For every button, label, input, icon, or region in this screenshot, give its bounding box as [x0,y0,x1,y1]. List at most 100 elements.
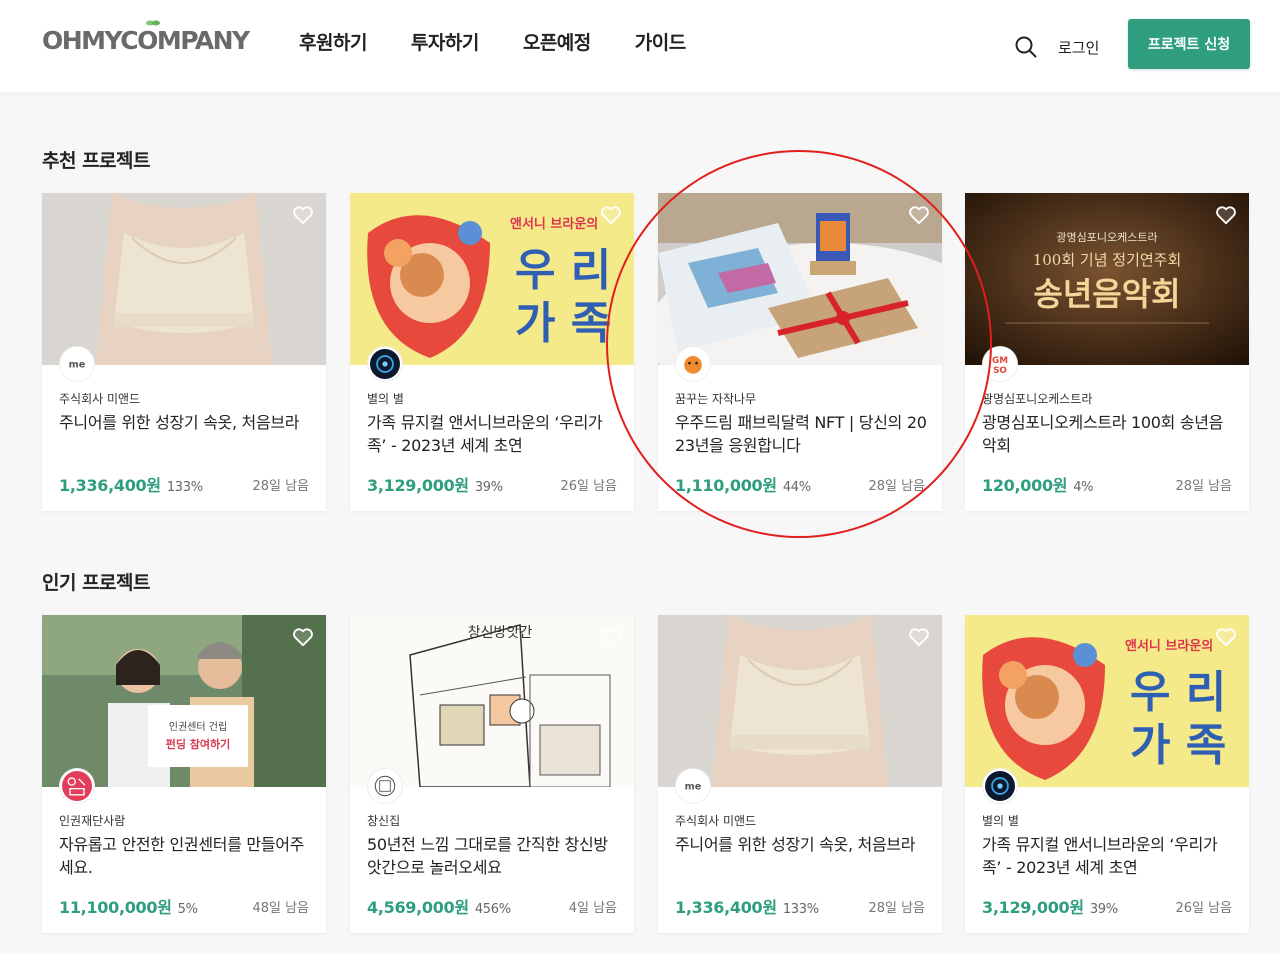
funded-percent: 39% [1089,902,1118,917]
project-thumbnail[interactable] [658,615,942,787]
svg-text:펀딩 참여하기: 펀딩 참여하기 [166,737,231,751]
funded-amount: 3,129,000원 39% [982,898,1118,917]
maker-avatar [368,347,402,381]
project-card[interactable]: 꿈꾸는 자작나무 우주드림 패브릭달력 NFT | 당신의 2023년을 응원합… [658,193,942,511]
project-thumbnail[interactable]: 앤서니 브라운의우 리가 족 [965,615,1249,787]
main-nav: 후원하기 투자하기 오픈예정 가이드 [299,28,730,55]
svg-text:송년음악회: 송년음악회 [1033,275,1180,313]
svg-text:me: me [685,782,702,793]
heart-icon[interactable] [1215,205,1237,225]
project-card[interactable]: 앤서니 브라운의우 리가 족 별의 별 가족 뮤지컬 앤서니브라운의 ‘우리가족… [965,615,1249,933]
apply-project-button[interactable]: 프로젝트 신청 [1128,19,1250,69]
login-link[interactable]: 로그인 [1058,37,1099,58]
project-title[interactable]: 자유롭고 안전한 인권센터를 만들어주세요. [59,833,313,879]
maker-name: 창신집 [367,814,401,828]
funded-percent: 133% [782,902,819,917]
ohmycompany-logo[interactable]: OHMYCOMPANY [42,20,250,55]
heart-icon[interactable] [600,205,622,225]
svg-text:가 족: 가 족 [1130,720,1226,771]
maker-avatar: me [676,769,710,803]
funded-percent: 5% [177,902,198,917]
svg-text:앤서니 브라운의: 앤서니 브라운의 [510,216,598,232]
svg-text:SO: SO [993,366,1007,376]
project-card[interactable]: 앤서니 브라운의우 리가 족 별의 별 가족 뮤지컬 앤서니브라운의 ‘우리가족… [350,193,634,511]
maker-name: 별의 별 [367,392,404,406]
funded-amount: 1,110,000원 44% [675,476,811,495]
svg-text:100회 기념 정기연주회: 100회 기념 정기연주회 [1033,251,1182,269]
days-remaining: 28일 남음 [868,479,925,494]
project-card[interactable]: 광명심포니오케스트라 100회 기념 정기연주회송년음악회 GM SO 광명심포니오… [965,193,1249,511]
project-thumbnail[interactable]: 인권센터 건립펀딩 참여하기 [42,615,326,787]
maker-name: 주식회사 미앤드 [59,392,141,406]
leaf-icon [146,20,160,26]
funded-amount: 120,000원 4% [982,476,1094,495]
recommended-section-title: 추천 프로젝트 [42,150,151,172]
project-thumbnail[interactable]: 광명심포니오케스트라 100회 기념 정기연주회송년음악회 [965,193,1249,365]
maker-avatar [983,769,1017,803]
days-remaining: 28일 남음 [1175,479,1232,494]
maker-name: 꿈꾸는 자작나무 [675,392,757,406]
site-header: OHMYCOMPANY 후원하기 투자하기 오픈예정 가이드 로그인 프로젝트 … [0,0,1280,92]
svg-text:가 족: 가 족 [515,298,611,349]
svg-text:우 리: 우 리 [515,245,611,296]
project-title[interactable]: 가족 뮤지컬 앤서니브라운의 ‘우리가족’ - 2023년 세계 초연 [982,833,1236,879]
days-remaining: 4일 남음 [568,901,617,916]
nav-invest[interactable]: 투자하기 [411,28,479,55]
project-title[interactable]: 우주드림 패브릭달력 NFT | 당신의 2023년을 응원합니다 [675,411,929,457]
popular-section-title: 인기 프로젝트 [42,572,151,594]
project-thumbnail[interactable] [658,193,942,365]
days-remaining: 26일 남음 [560,479,617,494]
svg-text:앤서니 브라운의: 앤서니 브라운의 [1125,638,1213,654]
nav-guide[interactable]: 가이드 [635,28,686,55]
svg-text:me: me [69,360,86,371]
days-remaining: 48일 남음 [252,901,309,916]
project-thumbnail[interactable] [42,193,326,365]
project-title[interactable]: 주니어를 위한 성장기 속옷, 처음브라 [59,411,313,434]
project-card[interactable]: me 주식회사 미앤드 주니어를 위한 성장기 속옷, 처음브라 1,336,4… [42,193,326,511]
svg-text:창신방앗간: 창신방앗간 [468,625,533,641]
maker-name: 별의 별 [982,814,1019,828]
funded-percent: 4% [1073,480,1094,495]
project-title[interactable]: 가족 뮤지컬 앤서니브라운의 ‘우리가족’ - 2023년 세계 초연 [367,411,621,457]
svg-text:광명심포니오케스트라: 광명심포니오케스트라 [1056,231,1157,244]
maker-avatar [368,769,402,803]
maker-avatar [60,769,94,803]
maker-name: 광명심포니오케스트라 [982,392,1093,406]
svg-text:우 리: 우 리 [1130,667,1226,718]
heart-icon[interactable] [908,205,930,225]
project-card[interactable]: 창신방앗간 창신집 50년전 느낌 그대로를 간직한 창신방앗간으로 놀러오세요… [350,615,634,933]
project-thumbnail[interactable]: 앤서니 브라운의우 리가 족 [350,193,634,365]
funded-amount: 3,129,000원 39% [367,476,503,495]
maker-name: 인권재단사람 [59,814,126,828]
svg-text:인권센터 건립: 인권센터 건립 [169,720,227,733]
funded-percent: 133% [166,480,203,495]
heart-icon[interactable] [1215,627,1237,647]
project-card[interactable]: me 주식회사 미앤드 주니어를 위한 성장기 속옷, 처음브라 1,336,4… [658,615,942,933]
maker-avatar [676,347,710,381]
project-title[interactable]: 광명심포니오케스트라 100회 송년음악회 [982,411,1236,457]
project-card[interactable]: 인권센터 건립펀딩 참여하기 인권재단사람 자유롭고 안전한 인권센터를 만들어… [42,615,326,933]
search-icon[interactable] [1014,35,1038,59]
heart-icon[interactable] [600,627,622,647]
funded-amount: 1,336,400원 133% [675,898,819,917]
project-title[interactable]: 50년전 느낌 그대로를 간직한 창신방앗간으로 놀러오세요 [367,833,621,879]
maker-name: 주식회사 미앤드 [675,814,757,828]
svg-text:GM: GM [992,356,1008,366]
days-remaining: 26일 남음 [1175,901,1232,916]
maker-avatar: GM SO [983,347,1017,381]
heart-icon[interactable] [292,627,314,647]
funded-percent: 44% [782,480,811,495]
project-title[interactable]: 주니어를 위한 성장기 속옷, 처음브라 [675,833,929,856]
funded-amount: 11,100,000원 5% [59,898,198,917]
days-remaining: 28일 남음 [868,901,925,916]
maker-avatar: me [60,347,94,381]
project-thumbnail[interactable]: 창신방앗간 [350,615,634,787]
funded-amount: 4,569,000원 456% [367,898,511,917]
nav-upcoming[interactable]: 오픈예정 [523,28,591,55]
funded-percent: 456% [474,902,511,917]
heart-icon[interactable] [908,627,930,647]
funded-percent: 39% [474,480,503,495]
heart-icon[interactable] [292,205,314,225]
nav-support[interactable]: 후원하기 [299,28,367,55]
days-remaining: 28일 남음 [252,479,309,494]
